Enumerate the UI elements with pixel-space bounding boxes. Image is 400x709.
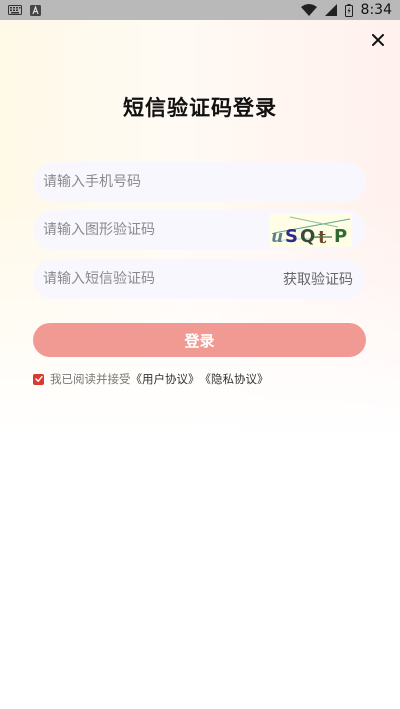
status-right: 8:34 — [300, 2, 392, 18]
sms-code-field: 获取验证码 — [33, 259, 366, 299]
login-screen: 短信验证码登录 u S Q t P 获取验证码 登录 — [0, 20, 400, 709]
status-left — [8, 4, 41, 16]
a-app-icon — [30, 4, 41, 16]
svg-text:u: u — [271, 227, 283, 247]
svg-text:P: P — [334, 226, 347, 247]
status-bar: 8:34 — [0, 0, 400, 20]
check-icon — [34, 375, 43, 383]
get-code-button[interactable]: 获取验证码 — [283, 259, 353, 299]
keyboard-icon — [8, 5, 22, 15]
close-icon — [372, 34, 384, 46]
privacy-policy-link[interactable]: 《隐私协议》 — [200, 371, 269, 387]
phone-input[interactable] — [33, 162, 366, 202]
page-title: 短信验证码登录 — [123, 96, 277, 120]
user-agreement-link[interactable]: 《用户协议》 — [131, 371, 200, 387]
svg-text:Q: Q — [300, 226, 315, 247]
phone-field — [33, 162, 366, 202]
agreement-prefix: 我已阅读并接受 — [50, 372, 131, 386]
agreement-row: 我已阅读并接受 《用户协议》 《隐私协议》 — [33, 371, 269, 387]
wifi-icon — [300, 4, 317, 16]
agree-checkbox[interactable] — [33, 373, 44, 385]
status-time: 8:34 — [360, 2, 392, 18]
battery-icon — [344, 3, 353, 17]
login-button[interactable]: 登录 — [33, 323, 366, 357]
close-button[interactable] — [368, 30, 388, 50]
signal-icon — [324, 4, 337, 16]
svg-text:S: S — [285, 226, 298, 247]
captcha-image[interactable]: u S Q t P — [270, 213, 352, 248]
captcha-field: u S Q t P — [33, 210, 366, 250]
